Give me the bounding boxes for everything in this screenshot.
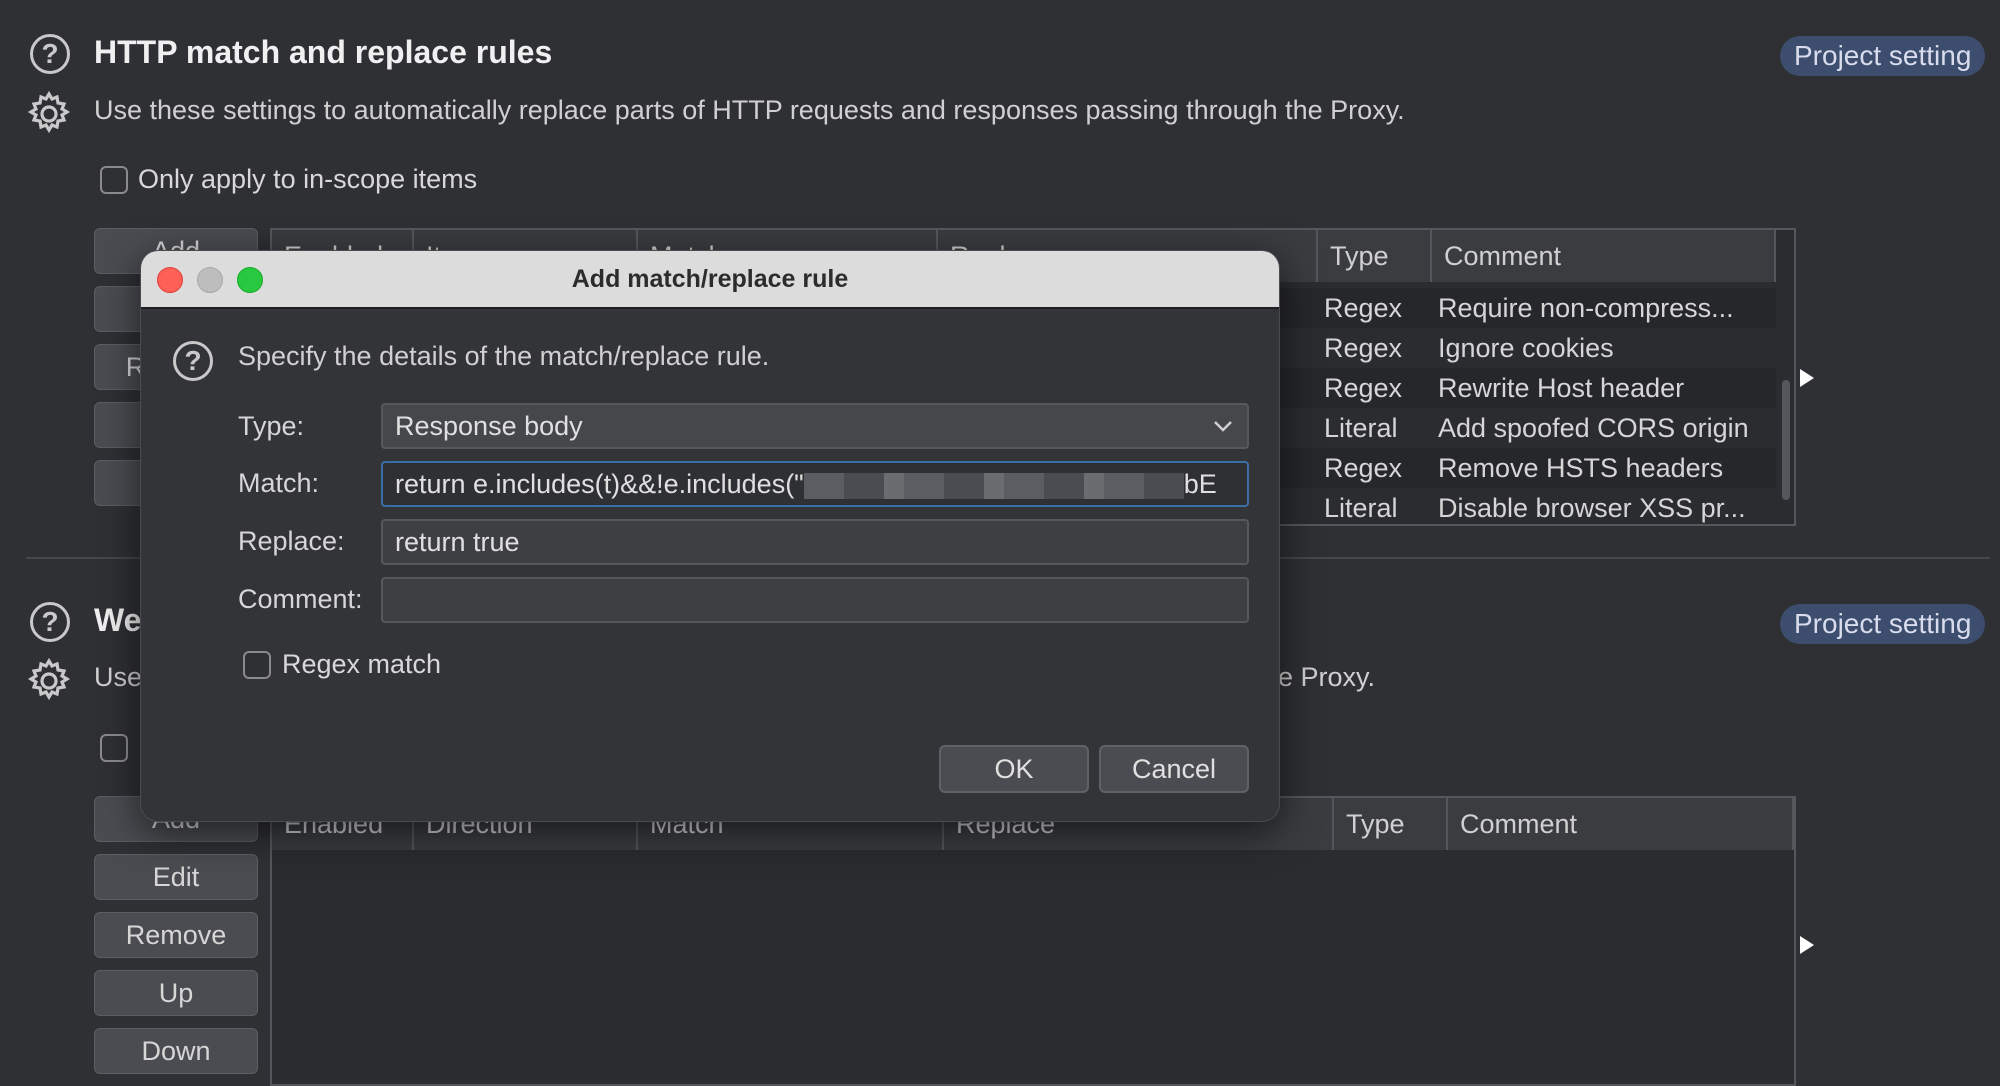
comment-input[interactable] [381,577,1249,623]
regex-label: Regex match [282,649,442,679]
section-description: Use these settings to automatically repl… [94,95,1405,125]
row-type: Regex [1324,373,1403,403]
match-input-tail: bE [1183,469,1217,499]
type-label: Type: [238,411,305,441]
section-description-tail: e Proxy. [1278,662,1376,692]
type-select[interactable]: Response body [381,403,1249,449]
row-comment: Disable browser XSS pr... [1438,493,1746,523]
column-header-comment[interactable]: Comment [1432,230,1776,282]
type-select-value: Response body [395,411,583,441]
replace-input[interactable]: return true [381,519,1249,565]
row-comment: Remove HSTS headers [1438,453,1724,483]
help-icon[interactable]: ? [30,34,70,74]
match-label: Match: [238,468,320,498]
help-icon[interactable]: ? [173,341,213,381]
row-type: Regex [1324,453,1403,483]
row-comment: Add spoofed CORS origin [1438,413,1749,443]
redacted-text [803,472,1184,499]
in-scope-label: Only apply to in-scope items [138,164,478,194]
dialog-title: Add match/replace rule [571,265,849,293]
regex-checkbox[interactable] [243,651,271,679]
edit-rule-button[interactable]: Edit [94,854,258,900]
cancel-button[interactable]: Cancel [1099,745,1249,793]
expand-arrow-icon[interactable] [1800,936,1814,954]
down-rule-button[interactable]: Down [94,1028,258,1074]
row-type: Literal [1324,413,1398,443]
chevron-down-icon [1214,421,1232,432]
row-type: Regex [1324,293,1403,323]
row-type: Literal [1324,493,1398,523]
match-input[interactable]: return e.includes(t)&&!e.includes(" bE [381,461,1249,507]
in-scope-checkbox[interactable] [100,734,128,762]
project-setting-badge: Project setting [1780,604,1986,644]
section-title: HTTP match and replace rules [94,34,553,70]
up-rule-button[interactable]: Up [94,970,258,1016]
ok-button[interactable]: OK [939,745,1089,793]
help-icon[interactable]: ? [30,602,70,642]
project-setting-badge: Project setting [1780,36,1986,76]
row-type: Regex [1324,333,1403,363]
section-title: We [94,602,142,638]
in-scope-checkbox[interactable] [100,166,128,194]
row-comment: Rewrite Host header [1438,373,1685,403]
remove-rule-button[interactable]: Remove [94,912,258,958]
expand-arrow-icon[interactable] [1800,369,1814,387]
comment-label: Comment: [238,584,363,614]
row-comment: Ignore cookies [1438,333,1614,363]
rules-table[interactable]: Enabled Direction Match Replace Type Com… [270,796,1796,1086]
gear-icon[interactable] [25,657,73,705]
row-comment: Require non-compress... [1438,293,1734,323]
dialog-titlebar[interactable]: Add match/replace rule [141,251,1279,309]
gear-icon[interactable] [25,90,73,138]
replace-label: Replace: [238,526,345,556]
dialog-instruction: Specify the details of the match/replace… [238,341,770,371]
section-description: Use [94,662,143,692]
scrollbar[interactable] [1782,380,1790,500]
column-header-type[interactable]: Type [1334,798,1448,850]
add-rule-dialog[interactable]: Add match/replace rule ? Specify the det… [140,250,1280,822]
column-header-type[interactable]: Type [1318,230,1432,282]
match-input-value: return e.includes(t)&&!e.includes(" [395,469,804,499]
column-header-comment[interactable]: Comment [1448,798,1794,850]
